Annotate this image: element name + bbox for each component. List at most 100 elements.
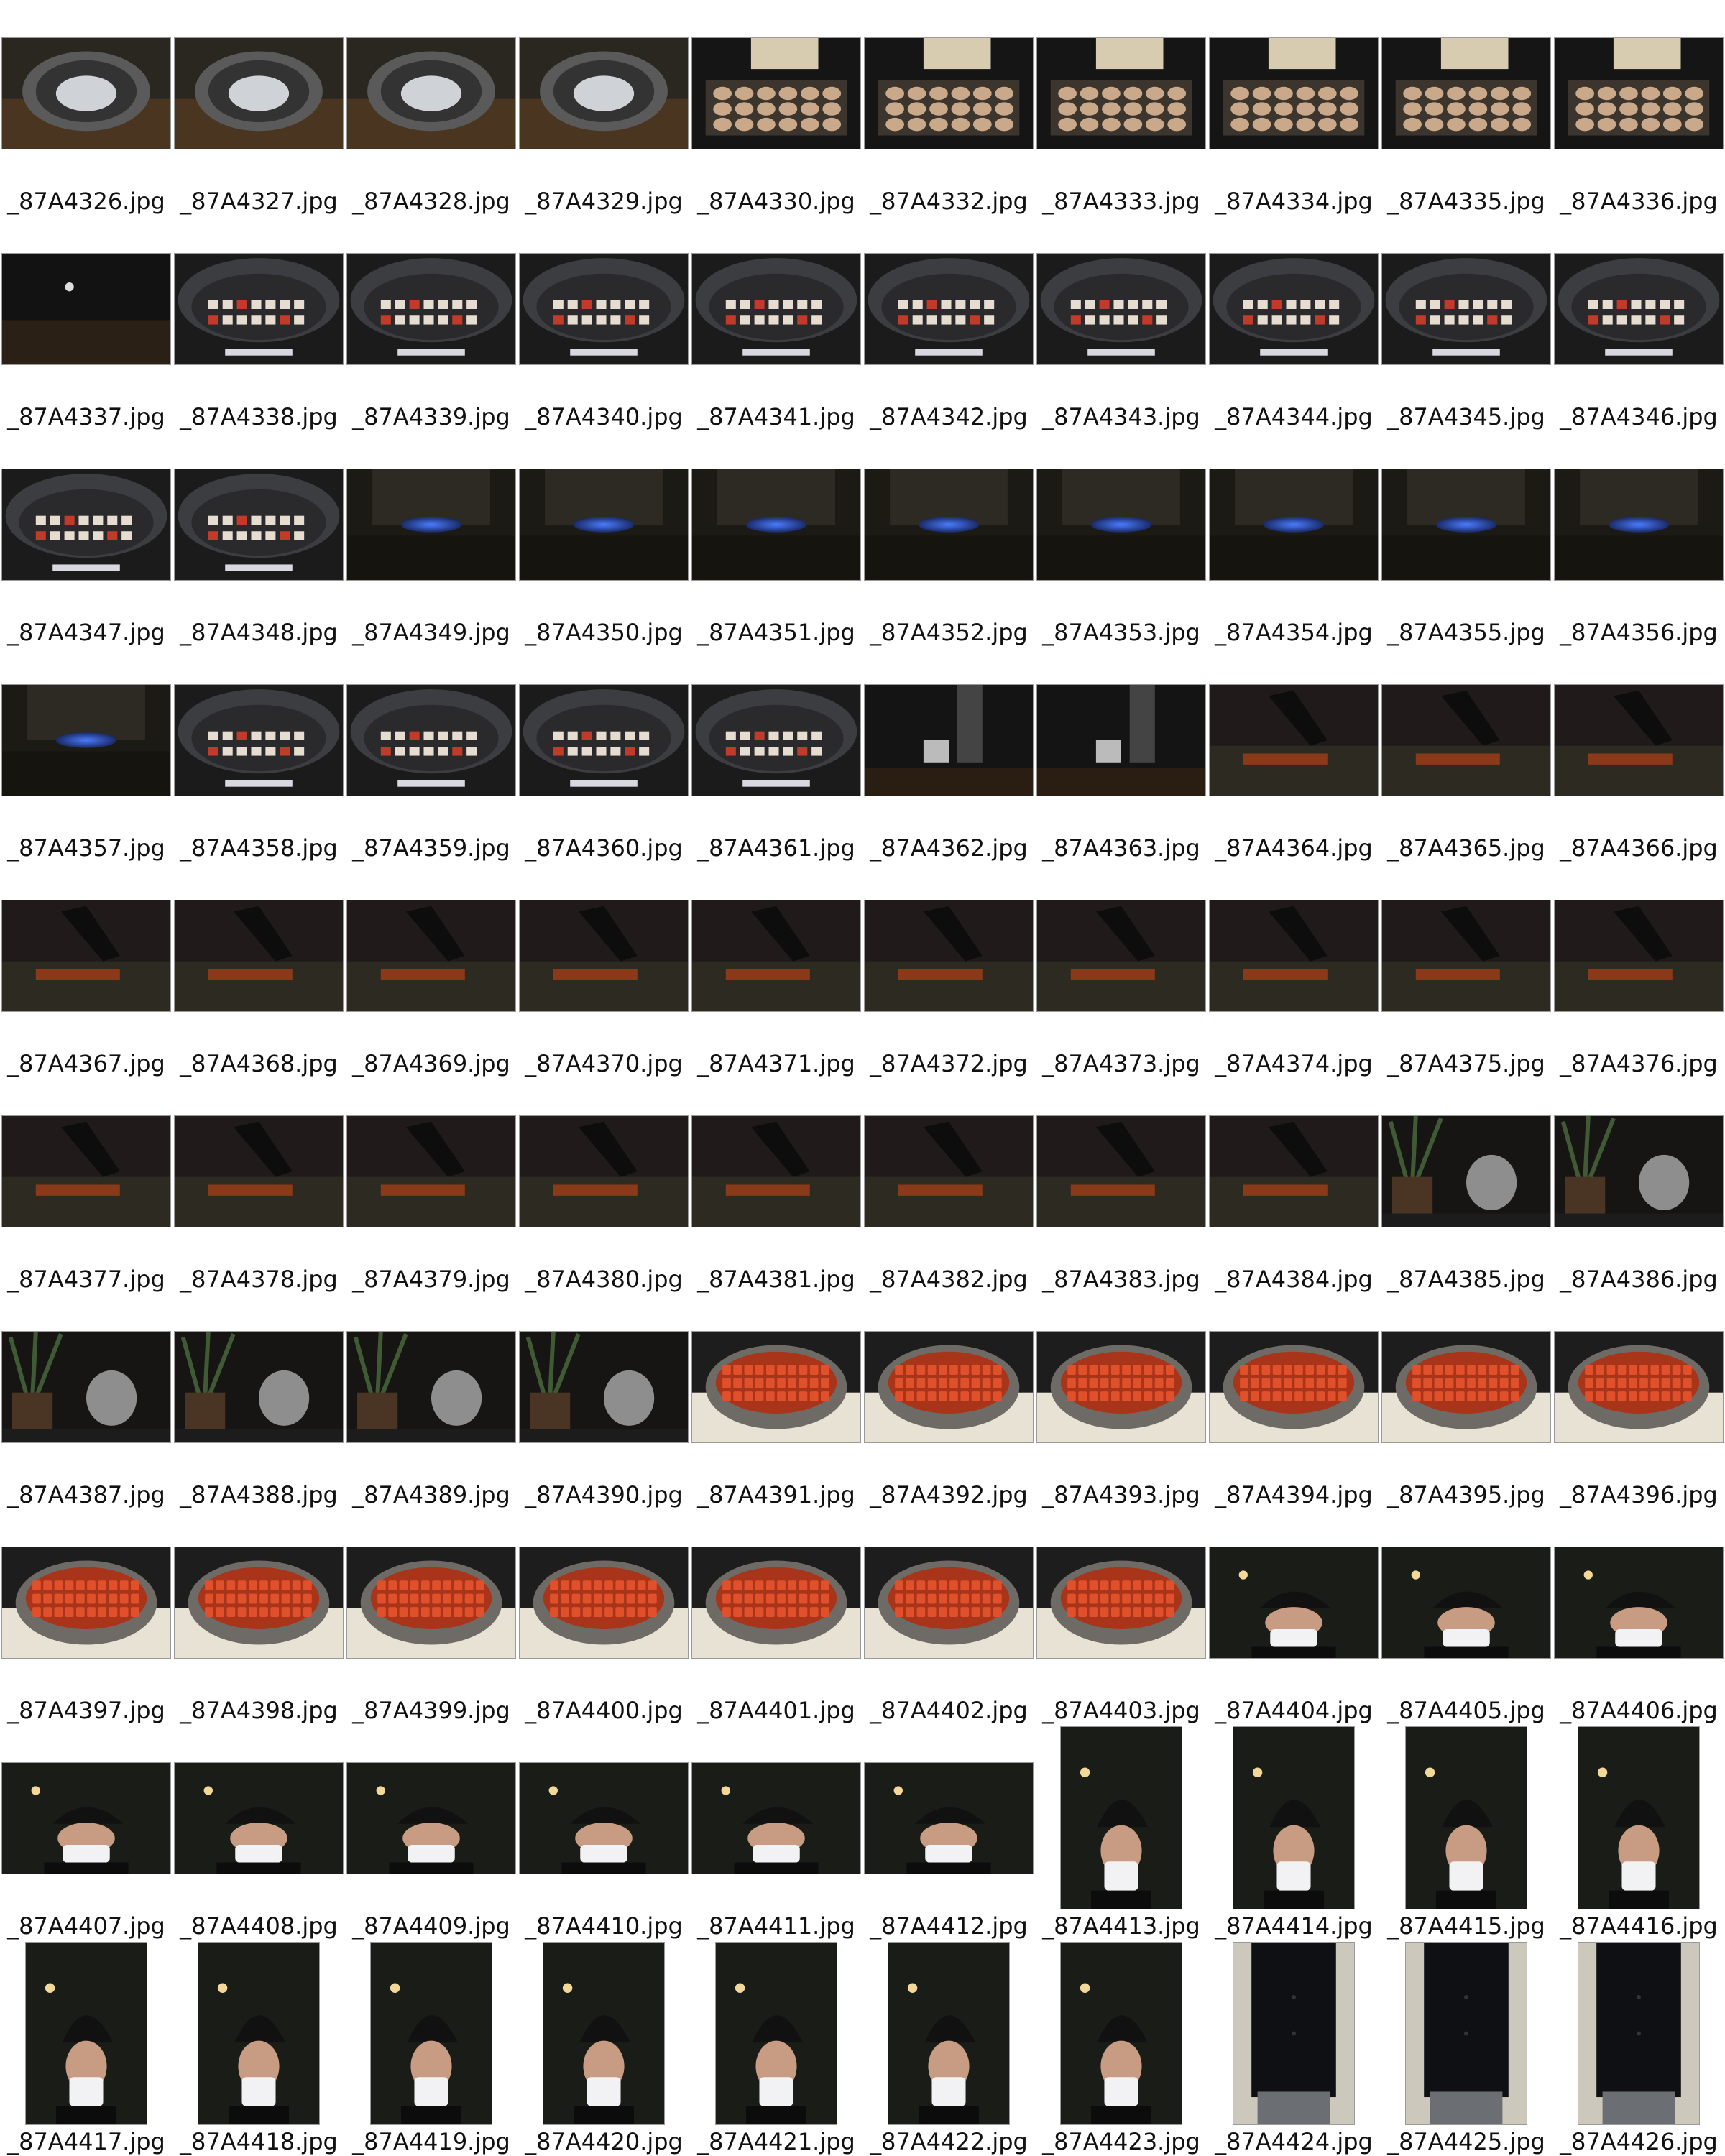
- thumbnail-image[interactable]: [864, 684, 1034, 796]
- thumbnail-cell[interactable]: _87A4364.jpg: [1208, 647, 1380, 862]
- thumbnail-cell[interactable]: _87A4409.jpg: [345, 1725, 518, 1940]
- thumbnail-cell[interactable]: _87A4383.jpg: [1035, 1078, 1208, 1294]
- thumbnail-cell[interactable]: _87A4408.jpg: [172, 1725, 345, 1940]
- thumbnail-image[interactable]: [1578, 1726, 1700, 1909]
- thumbnail-image[interactable]: [864, 1762, 1034, 1874]
- thumbnail-cell[interactable]: _87A4366.jpg: [1552, 647, 1725, 862]
- thumbnail-image[interactable]: [1209, 684, 1379, 796]
- thumbnail-cell[interactable]: _87A4329.jpg: [518, 0, 690, 216]
- thumbnail-image[interactable]: [519, 1331, 689, 1443]
- thumbnail-image[interactable]: [691, 37, 861, 149]
- thumbnail-image[interactable]: [1381, 469, 1551, 581]
- thumbnail-cell[interactable]: _87A4330.jpg: [690, 0, 862, 216]
- thumbnail-cell[interactable]: _87A4426.jpg: [1552, 1940, 1725, 2156]
- thumbnail-cell[interactable]: _87A4373.jpg: [1035, 862, 1208, 1078]
- thumbnail-cell[interactable]: _87A4349.jpg: [345, 431, 518, 647]
- thumbnail-cell[interactable]: _87A4371.jpg: [690, 862, 862, 1078]
- thumbnail-cell[interactable]: _87A4340.jpg: [518, 216, 690, 431]
- thumbnail-image[interactable]: [1036, 684, 1206, 796]
- thumbnail-image[interactable]: [1554, 253, 1724, 365]
- thumbnail-image[interactable]: [1036, 253, 1206, 365]
- thumbnail-image[interactable]: [691, 469, 861, 581]
- thumbnail-image[interactable]: [1, 253, 171, 365]
- thumbnail-cell[interactable]: _87A4350.jpg: [518, 431, 690, 647]
- thumbnail-cell[interactable]: _87A4342.jpg: [862, 216, 1035, 431]
- thumbnail-image[interactable]: [1036, 1547, 1206, 1659]
- thumbnail-image[interactable]: [370, 1942, 492, 2125]
- thumbnail-image[interactable]: [1209, 37, 1379, 149]
- thumbnail-image[interactable]: [346, 253, 516, 365]
- thumbnail-image[interactable]: [1554, 900, 1724, 1012]
- thumbnail-cell[interactable]: _87A4359.jpg: [345, 647, 518, 862]
- thumbnail-cell[interactable]: _87A4411.jpg: [690, 1725, 862, 1940]
- thumbnail-image[interactable]: [691, 1115, 861, 1227]
- thumbnail-image[interactable]: [174, 1115, 344, 1227]
- thumbnail-cell[interactable]: _87A4339.jpg: [345, 216, 518, 431]
- thumbnail-image[interactable]: [1, 1547, 171, 1659]
- thumbnail-image[interactable]: [1381, 253, 1551, 365]
- thumbnail-image[interactable]: [1036, 469, 1206, 581]
- thumbnail-cell[interactable]: _87A4388.jpg: [172, 1294, 345, 1509]
- thumbnail-cell[interactable]: _87A4399.jpg: [345, 1509, 518, 1725]
- thumbnail-image[interactable]: [1209, 1331, 1379, 1443]
- thumbnail-cell[interactable]: _87A4355.jpg: [1380, 431, 1552, 647]
- thumbnail-image[interactable]: [519, 684, 689, 796]
- thumbnail-image[interactable]: [1209, 253, 1379, 365]
- thumbnail-image[interactable]: [346, 1331, 516, 1443]
- thumbnail-image[interactable]: [1554, 684, 1724, 796]
- thumbnail-cell[interactable]: _87A4410.jpg: [518, 1725, 690, 1940]
- thumbnail-image[interactable]: [1, 1331, 171, 1443]
- thumbnail-cell[interactable]: _87A4381.jpg: [690, 1078, 862, 1294]
- thumbnail-image[interactable]: [864, 37, 1034, 149]
- thumbnail-cell[interactable]: _87A4361.jpg: [690, 647, 862, 862]
- thumbnail-image[interactable]: [864, 469, 1034, 581]
- thumbnail-image[interactable]: [864, 253, 1034, 365]
- thumbnail-cell[interactable]: _87A4362.jpg: [862, 647, 1035, 862]
- thumbnail-image[interactable]: [1036, 900, 1206, 1012]
- thumbnail-image[interactable]: [864, 1115, 1034, 1227]
- thumbnail-cell[interactable]: _87A4404.jpg: [1208, 1509, 1380, 1725]
- thumbnail-cell[interactable]: _87A4334.jpg: [1208, 0, 1380, 216]
- thumbnail-cell[interactable]: _87A4375.jpg: [1380, 862, 1552, 1078]
- thumbnail-cell[interactable]: _87A4416.jpg: [1552, 1725, 1725, 1940]
- thumbnail-image[interactable]: [691, 900, 861, 1012]
- thumbnail-cell[interactable]: _87A4423.jpg: [1035, 1940, 1208, 2156]
- thumbnail-image[interactable]: [1405, 1726, 1527, 1909]
- thumbnail-cell[interactable]: _87A4401.jpg: [690, 1509, 862, 1725]
- thumbnail-cell[interactable]: _87A4378.jpg: [172, 1078, 345, 1294]
- thumbnail-cell[interactable]: _87A4337.jpg: [0, 216, 172, 431]
- thumbnail-cell[interactable]: _87A4356.jpg: [1552, 431, 1725, 647]
- thumbnail-image[interactable]: [691, 1762, 861, 1874]
- thumbnail-image[interactable]: [346, 1762, 516, 1874]
- thumbnail-image[interactable]: [519, 1762, 689, 1874]
- thumbnail-image[interactable]: [1233, 1726, 1355, 1909]
- thumbnail-cell[interactable]: _87A4327.jpg: [172, 0, 345, 216]
- thumbnail-cell[interactable]: _87A4421.jpg: [690, 1940, 862, 2156]
- thumbnail-cell[interactable]: _87A4332.jpg: [862, 0, 1035, 216]
- thumbnail-image[interactable]: [346, 684, 516, 796]
- thumbnail-image[interactable]: [174, 469, 344, 581]
- thumbnail-image[interactable]: [1554, 469, 1724, 581]
- thumbnail-cell[interactable]: _87A4353.jpg: [1035, 431, 1208, 647]
- thumbnail-image[interactable]: [1, 1762, 171, 1874]
- thumbnail-cell[interactable]: _87A4352.jpg: [862, 431, 1035, 647]
- thumbnail-cell[interactable]: _87A4422.jpg: [862, 1940, 1035, 2156]
- thumbnail-image[interactable]: [691, 253, 861, 365]
- thumbnail-cell[interactable]: _87A4407.jpg: [0, 1725, 172, 1940]
- thumbnail-image[interactable]: [25, 1942, 147, 2125]
- thumbnail-image[interactable]: [864, 1331, 1034, 1443]
- thumbnail-cell[interactable]: _87A4389.jpg: [345, 1294, 518, 1509]
- thumbnail-cell[interactable]: _87A4368.jpg: [172, 862, 345, 1078]
- thumbnail-cell[interactable]: _87A4398.jpg: [172, 1509, 345, 1725]
- thumbnail-cell[interactable]: _87A4351.jpg: [690, 431, 862, 647]
- thumbnail-image[interactable]: [198, 1942, 320, 2125]
- thumbnail-cell[interactable]: _87A4405.jpg: [1380, 1509, 1552, 1725]
- thumbnail-image[interactable]: [1554, 1115, 1724, 1227]
- thumbnail-cell[interactable]: _87A4393.jpg: [1035, 1294, 1208, 1509]
- thumbnail-image[interactable]: [1, 900, 171, 1012]
- thumbnail-cell[interactable]: _87A4326.jpg: [0, 0, 172, 216]
- thumbnail-cell[interactable]: _87A4379.jpg: [345, 1078, 518, 1294]
- thumbnail-cell[interactable]: _87A4396.jpg: [1552, 1294, 1725, 1509]
- thumbnail-cell[interactable]: _87A4369.jpg: [345, 862, 518, 1078]
- thumbnail-image[interactable]: [691, 1331, 861, 1443]
